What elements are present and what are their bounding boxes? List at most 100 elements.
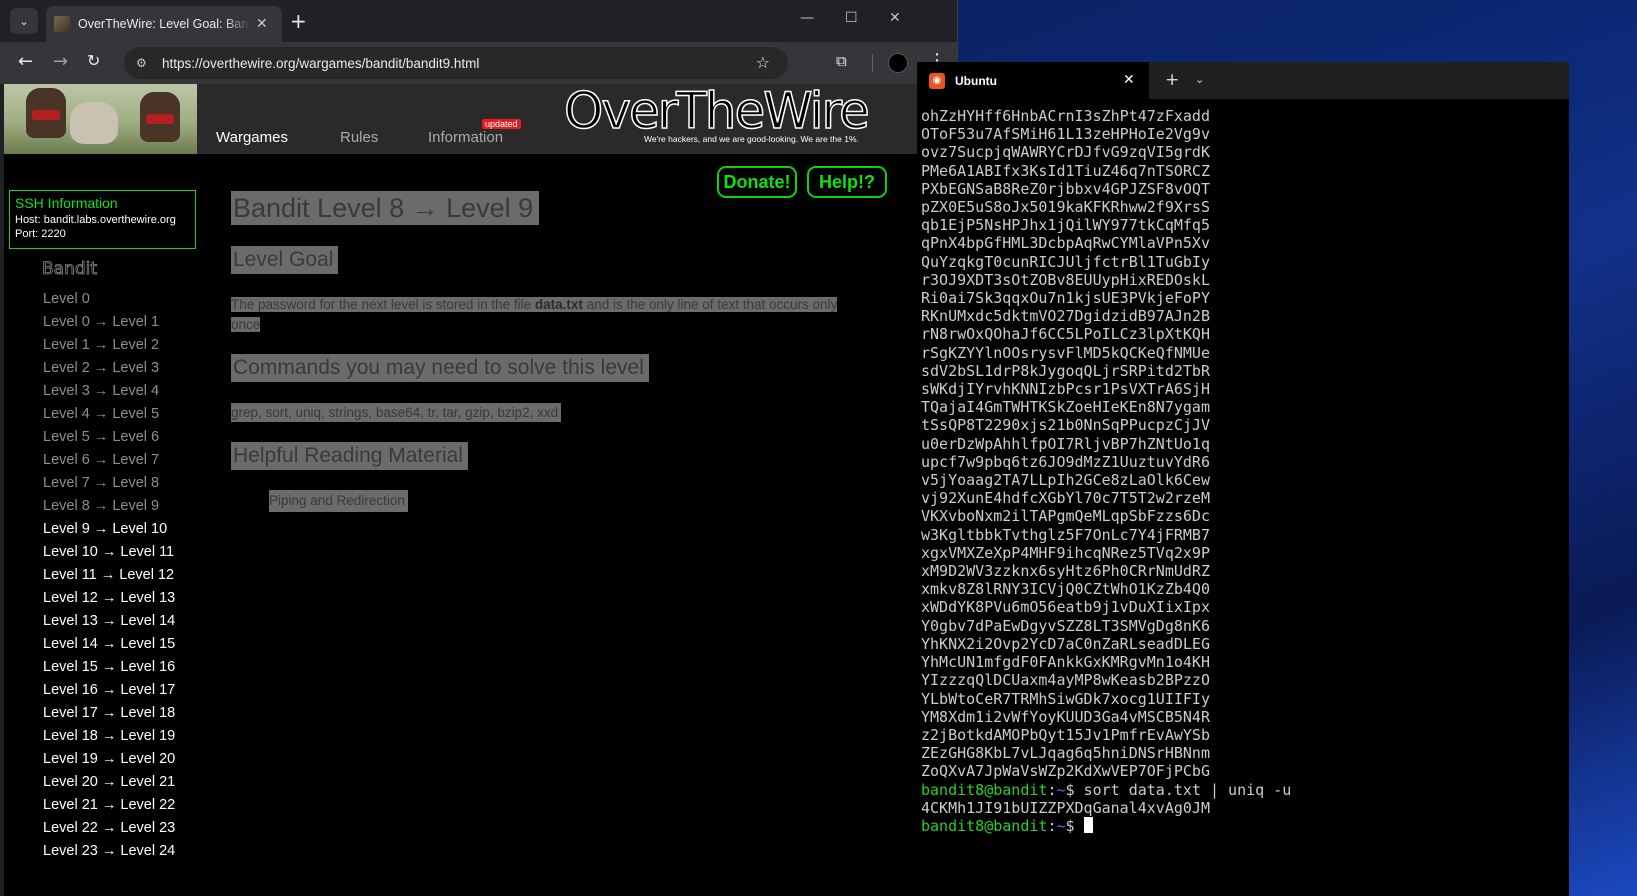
terminal-tab-ubuntu[interactable]: ◉ Ubuntu ✕ [917,62,1149,99]
close-window-icon[interactable]: ✕ [889,10,901,26]
minimize-icon[interactable]: — [800,10,814,26]
address-bar[interactable]: ⚙ https://overthewire.org/wargames/bandi… [124,47,788,79]
terminal-line: qPnX4bpGfHML3DcbpAqRwCYMlaVPn5Xv [921,234,1210,253]
terminal-line: PXbEGNSaB8ReZ0rjbbxv4GPJZSF8vOQT [921,179,1210,198]
nav-information[interactable]: Information [428,129,503,146]
terminal-line: vj92XunE4hdfcXGbYl70c7T5T2w2rzeM [921,489,1210,508]
level-nav-item[interactable]: Level 4 → Level 5 [43,406,175,429]
level-nav-item[interactable]: Level 5 → Level 6 [43,429,175,452]
level-nav-item[interactable]: Level 20 → Level 21 [43,774,175,797]
terminal-line: rN8rwOxQOhaJf6CC5LPoILCz3lpXtKQH [921,325,1210,344]
terminal-line: sWKdjIYrvhKNNIzbPcsr1PsVXTrA6SjH [921,380,1210,399]
level-nav-item[interactable]: Level 18 → Level 19 [43,728,175,751]
extensions-icon[interactable]: ⧉ [836,52,847,70]
level-nav-item[interactable]: Level 15 → Level 16 [43,659,175,682]
terminal-line: upcf7w9pbq6tz6JO9dMzZ1UuztuvYdR6 [921,452,1210,471]
ssh-port: Port: 2220 [15,228,66,240]
level-nav-item[interactable]: Level 23 → Level 24 [43,843,175,866]
terminal-line: YhMcUN1mfgdF0FAnkkGxKMRgvMn1o4KH [921,653,1210,672]
forward-arrow-icon[interactable]: → [53,51,68,72]
goal-file-name: data.txt [534,297,583,312]
terminal-command: sort data.txt | uniq -u [1083,780,1292,799]
terminal-line: sdV2bSL1drP8kJygoqQLjrSRPitd2TbR [921,361,1210,380]
terminal-line: w3KgltbbkTvthglz5F7OnLc7Y4jFRMB7 [921,525,1210,544]
browser-tab-active[interactable]: OverTheWire: Level Goal: Bandit Level 9 … [46,6,282,42]
new-tab-icon[interactable]: + [290,9,307,33]
prompt-symbol: $ [1065,816,1084,835]
level-nav-item[interactable]: Level 22 → Level 23 [43,820,175,843]
level-nav-item[interactable]: Level 12 → Level 13 [43,590,175,613]
browser-window: ⌄ OverTheWire: Level Goal: Bandit Level … [0,0,958,896]
terminal-line: xWDdYK8PVu6mO56eatb9j1vDuXIixIpx [921,598,1210,617]
level-nav-item[interactable]: Level 17 → Level 18 [43,705,175,728]
level-goal-text: The password for the next level is store… [231,295,847,335]
goal-text-part1: The password for the next level is store… [231,297,535,312]
url-text[interactable]: https://overthewire.org/wargames/bandit/… [162,56,479,71]
level-nav-item[interactable]: Level 1 → Level 2 [43,337,175,360]
level-nav-item[interactable]: Level 7 → Level 8 [43,475,175,498]
kitten-figure [70,102,118,144]
terminal-line: YIzzzqQlDCUaxm4ayMP8wKeasb2BPzzO [921,671,1210,690]
maximize-icon[interactable]: ☐ [845,10,858,26]
level-nav-item[interactable]: Level 2 → Level 3 [43,360,175,383]
level-nav-item[interactable]: Level 21 → Level 22 [43,797,175,820]
terminal-new-tab-icon[interactable]: + [1165,70,1179,90]
prompt-path: ~ [1056,780,1066,799]
ssh-info-box: SSH Information Host: bandit.labs.overth… [9,190,196,249]
level-nav-item[interactable]: Level 10 → Level 11 [43,544,175,567]
reading-heading: Helpful Reading Material [231,442,468,470]
terminal-tab-close-icon[interactable]: ✕ [1123,72,1135,88]
nav-rules[interactable]: Rules [340,129,378,146]
level-nav-item[interactable]: Level 14 → Level 15 [43,636,175,659]
level-nav-item[interactable]: Level 6 → Level 7 [43,452,175,475]
domo-figure-right [140,92,180,142]
tab-search-button[interactable]: ⌄ [10,8,38,34]
site-header: Wargames Rules Information updated OverT… [4,84,940,154]
commands-list: grep, sort, uniq, strings, base64, tr, t… [231,403,562,422]
terminal-prompt-line: bandit8@bandit:~$ sort data.txt | uniq -… [921,781,1561,799]
terminal-line: ohZzHYHff6HnbACrnI3sZhPt47zFxadd [921,107,1210,125]
terminal-line: pZX0E5uS8oJx5019kaKFKRhww2f9XrsS [921,198,1210,217]
terminal-output[interactable]: ohZzHYHff6HnbACrnI3sZhPt47zFxadd OToF53u7… [921,107,1561,835]
prompt-symbol: $ [1065,780,1084,799]
level-nav-item[interactable]: Level 13 → Level 14 [43,613,175,636]
terminal-line: xgxVMXZeXpP4MHF9ihcqNRez5TVq2x9P [921,543,1210,562]
terminal-line: r3OJ9XDT3sOtZOBv8EUUypHixREDOskL [921,270,1210,289]
domo-figure-left [26,88,66,138]
level-nav-item[interactable]: Level 11 → Level 12 [43,567,175,590]
overthewire-logo[interactable]: OverTheWire [563,84,870,141]
bookmark-star-icon[interactable]: ☆ [756,53,770,72]
level-nav-item[interactable]: Level 8 → Level 9 [43,498,175,521]
chevron-down-icon: ⌄ [19,14,29,28]
prompt-user: bandit8@bandit [921,816,1048,835]
terminal-line: Ri0ai7Sk3qqxOu7n1kjsUE3PVkjeFoPY [921,289,1210,308]
terminal-line: xmkv8Z8lRNY3ICVjQ0CZtWhO1KzZb4Q0 [921,580,1210,599]
prompt-path: ~ [1056,816,1066,835]
level-nav-item[interactable]: Level 0 → Level 1 [43,314,175,337]
help-button[interactable]: Help!? [807,166,887,198]
donate-button[interactable]: Donate! [717,166,797,198]
level-nav-item[interactable]: Level 0 [43,291,175,314]
ssh-info-title: SSH Information [15,195,118,211]
back-arrow-icon[interactable]: ← [18,51,33,72]
terminal-dropdown-icon[interactable]: ⌄ [1195,73,1204,86]
terminal-line: u0erDzWpAhhlfpOI7RljvBP7hZNtUo1q [921,434,1210,453]
terminal-line: qb1EjP5NsHPJhx1jQilWY977tkCqMfq5 [921,216,1210,235]
terminal-line: ZEzGHG8KbL7vLJqag6q5hniDNSrHBNnm [921,744,1210,763]
updated-badge: updated [482,119,521,129]
piping-redirection-link[interactable]: Piping and Redirection [269,490,408,512]
terminal-line: ovz7SucpjqWAWRYCrDJfvG9zqVI5grdK [921,143,1210,162]
level-nav-item[interactable]: Level 9 → Level 10 [43,521,175,544]
site-info-icon[interactable]: ⚙ [136,56,158,70]
level-nav-item[interactable]: Level 19 → Level 20 [43,751,175,774]
terminal-line: OToF53u7AfSMiH61L13zeHPHoIe2Vg9v [921,125,1210,144]
terminal-line: YhKNX2i2Ovp2YcD7aC0nZaRLseadDLEG [921,634,1210,653]
tab-close-icon[interactable]: ✕ [256,16,268,32]
reload-icon[interactable]: ↻ [87,51,100,70]
terminal-line: Y0gbv7dPaEwDgyvSZZ8LT3SMVgDg8nK6 [921,616,1210,635]
level-nav-item[interactable]: Level 16 → Level 17 [43,682,175,705]
profile-avatar[interactable] [888,53,908,73]
ubuntu-icon: ◉ [929,72,945,89]
level-nav-item[interactable]: Level 3 → Level 4 [43,383,175,406]
nav-wargames[interactable]: Wargames [216,129,288,146]
